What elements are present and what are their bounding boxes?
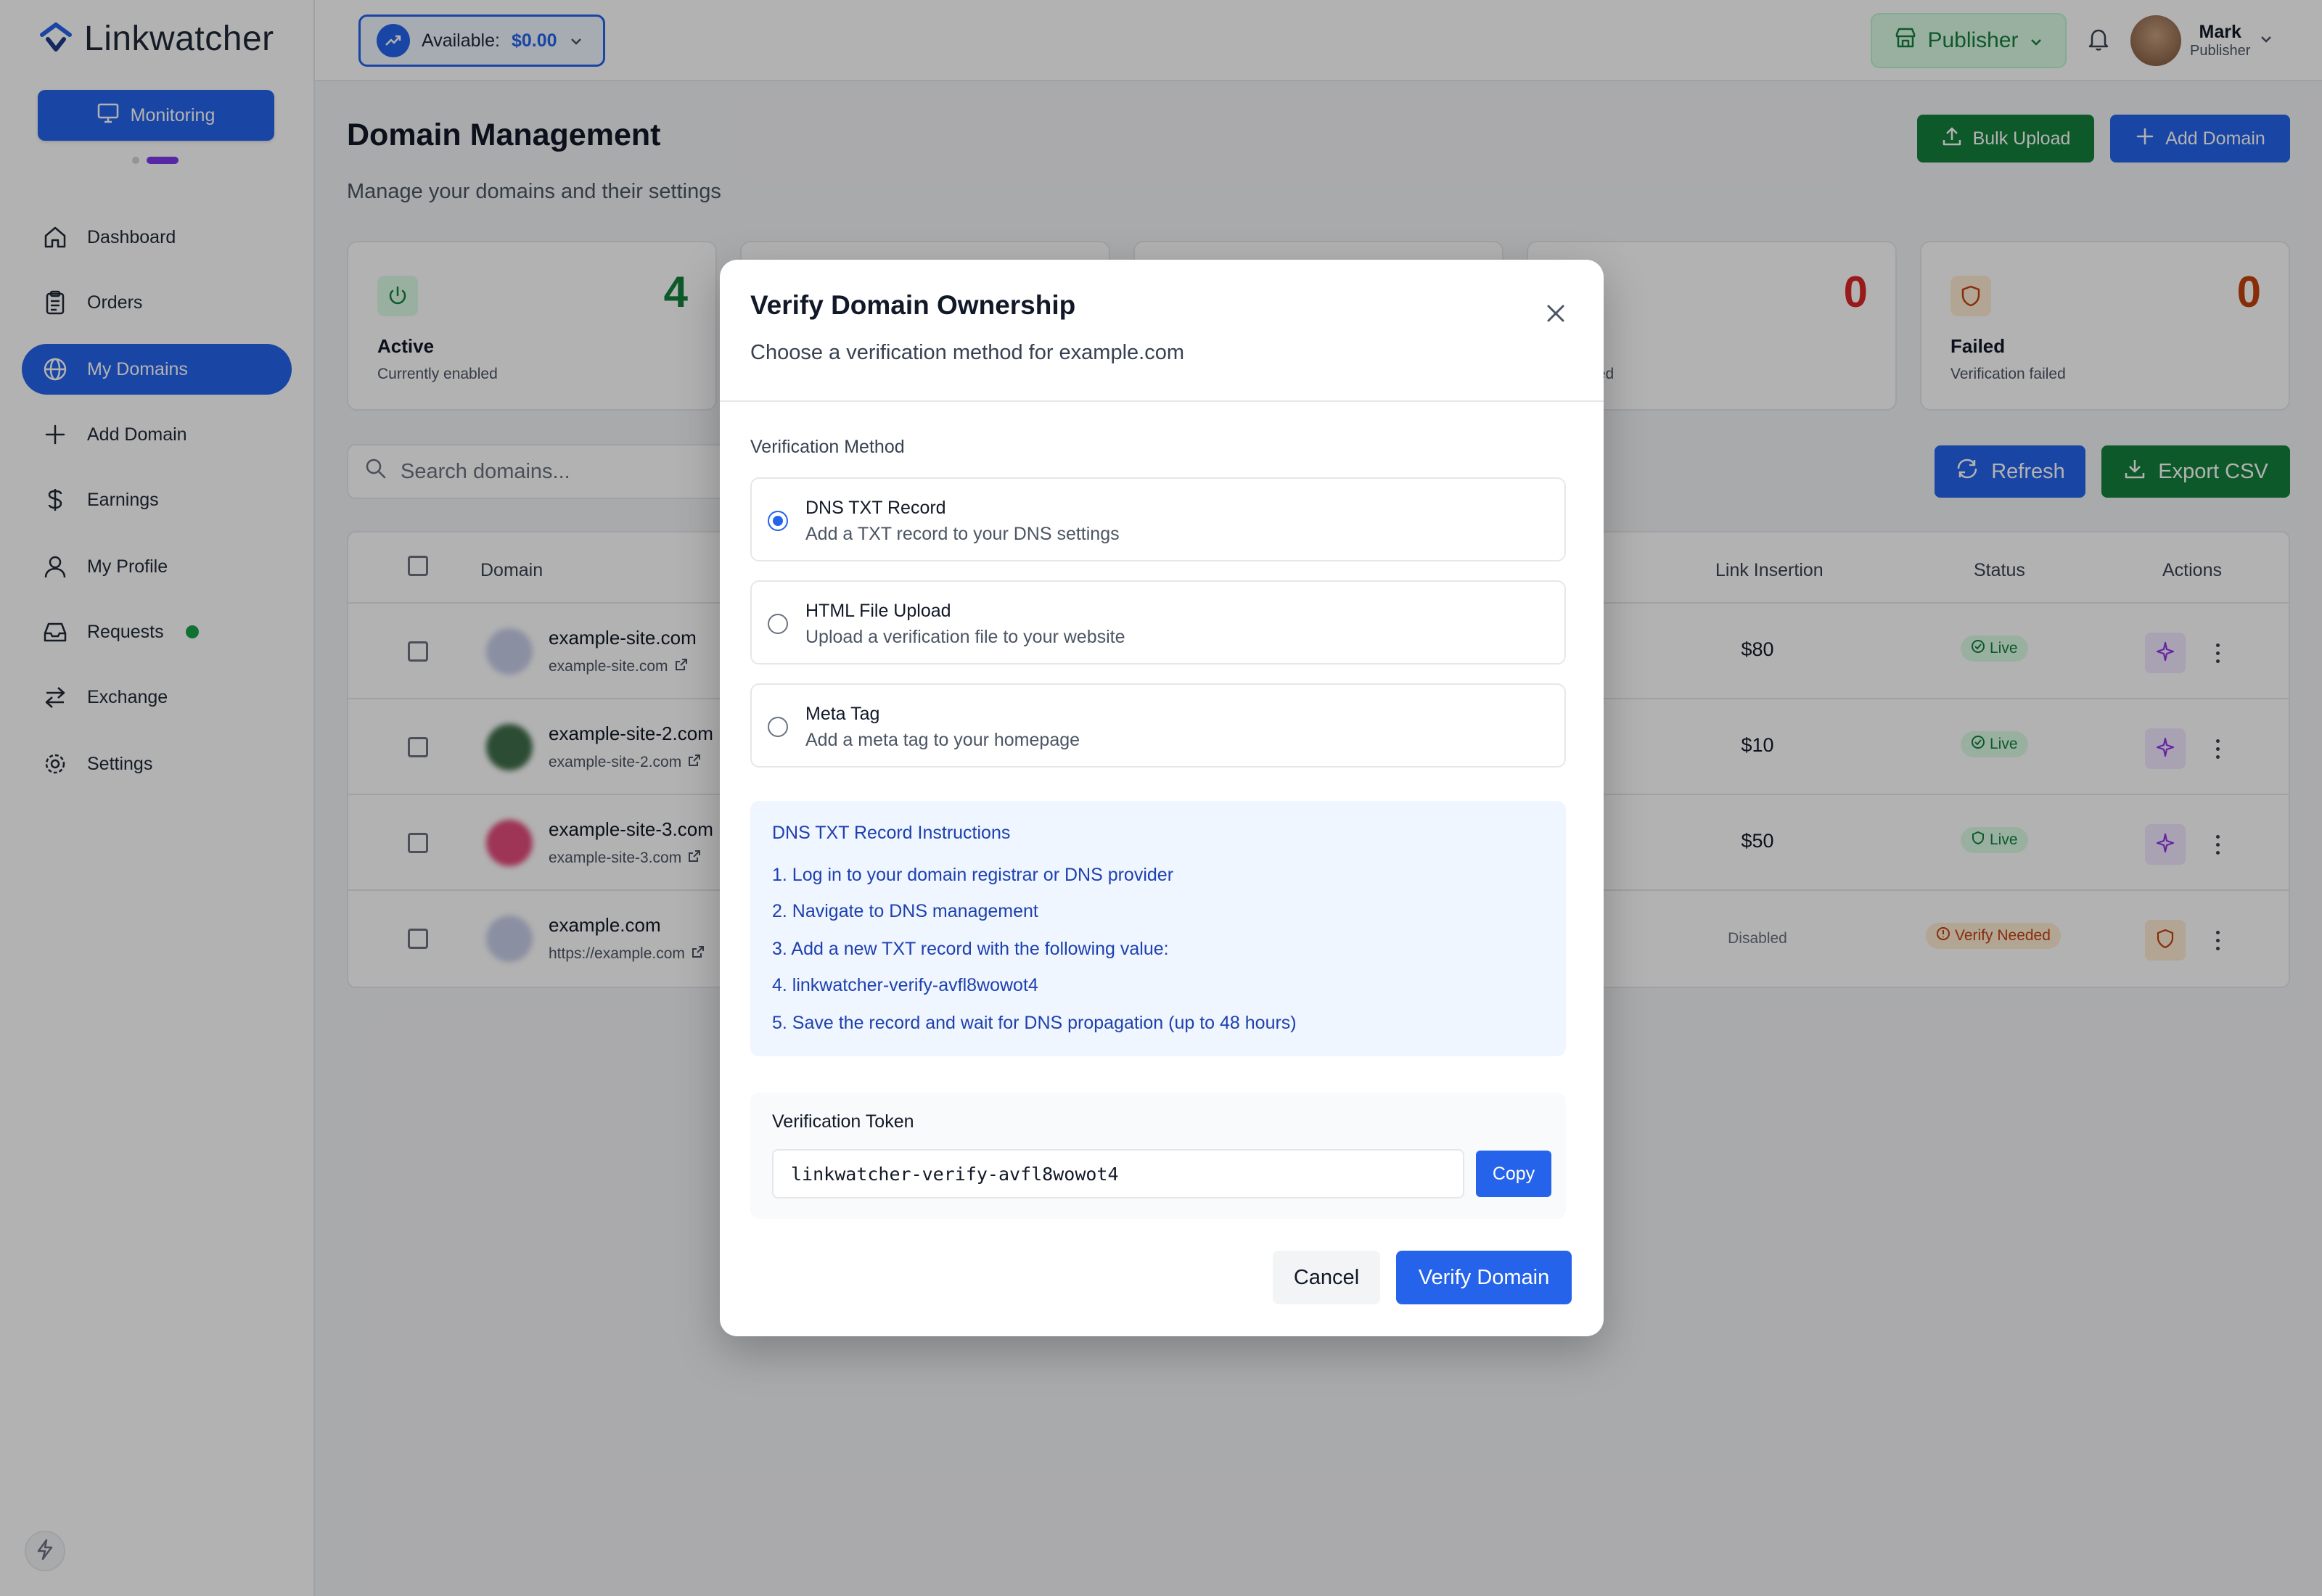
instructions-title: DNS TXT Record Instructions [772, 823, 1011, 843]
radio-html-file[interactable] [768, 614, 788, 634]
instruction-step: 1. Log in to your domain registrar or DN… [772, 865, 1174, 885]
token-label: Verification Token [772, 1111, 914, 1132]
radio-meta-tag[interactable] [768, 717, 788, 737]
instruction-step: 5. Save the record and wait for DNS prop… [772, 1013, 1297, 1033]
cancel-button[interactable]: Cancel [1273, 1251, 1380, 1304]
option-description: Add a meta tag to your homepage [805, 730, 1080, 750]
radio-dns-txt[interactable] [768, 511, 788, 531]
option-title: Meta Tag [805, 704, 880, 724]
modal-title: Verify Domain Ownership [750, 290, 1076, 320]
modal-subtitle: Choose a verification method for example… [750, 341, 1185, 364]
option-title: DNS TXT Record [805, 498, 946, 518]
instruction-step: 3. Add a new TXT record with the followi… [772, 939, 1169, 959]
close-button[interactable] [1537, 296, 1575, 334]
instructions-panel: DNS TXT Record Instructions 1. Log in to… [750, 801, 1566, 1056]
verify-domain-modal: Verify Domain Ownership Choose a verific… [720, 260, 1604, 1336]
verification-method-label: Verification Method [750, 437, 905, 457]
option-description: Upload a verification file to your websi… [805, 627, 1125, 647]
instruction-step: 2. Navigate to DNS management [772, 901, 1038, 921]
divider [720, 400, 1604, 402]
option-description: Add a TXT record to your DNS settings [805, 524, 1120, 544]
copy-button[interactable]: Copy [1476, 1151, 1551, 1197]
option-dns-txt-record[interactable]: DNS TXT Record Add a TXT record to your … [750, 477, 1566, 562]
close-icon [1543, 301, 1568, 329]
option-title: HTML File Upload [805, 601, 951, 621]
verification-token-panel: Verification Token linkwatcher-verify-av… [750, 1093, 1566, 1219]
instruction-step: 4. linkwatcher-verify-avfl8wowot4 [772, 975, 1038, 995]
option-meta-tag[interactable]: Meta Tag Add a meta tag to your homepage [750, 683, 1566, 768]
option-html-file-upload[interactable]: HTML File Upload Upload a verification f… [750, 580, 1566, 665]
verify-domain-button[interactable]: Verify Domain [1396, 1251, 1572, 1304]
token-field[interactable]: linkwatcher-verify-avfl8wowot4 [772, 1149, 1464, 1198]
